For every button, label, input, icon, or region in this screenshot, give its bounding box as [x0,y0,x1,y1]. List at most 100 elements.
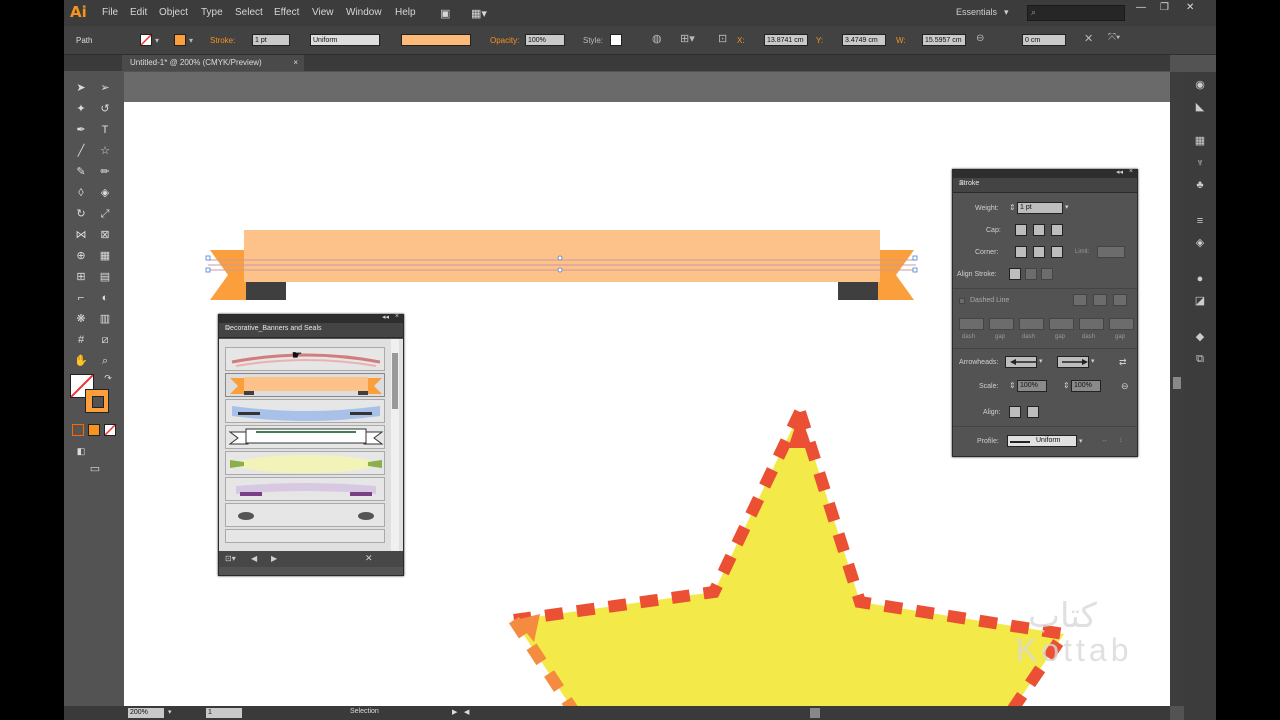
round-join-button[interactable] [1033,246,1045,258]
swap-fill-stroke-icon[interactable]: ↷ [100,370,116,386]
flip-across-icon[interactable]: ↕ [1119,437,1123,444]
stepper-icon[interactable]: ⇕ [1009,203,1016,212]
graphic-style-swatch[interactable] [610,34,622,46]
chevron-left-icon[interactable]: ◀ [464,708,469,716]
artboard-number-field[interactable]: 1 [206,708,242,718]
menu-view[interactable]: View [312,7,334,18]
pen-tool-icon[interactable]: ✒ [73,122,89,138]
chevron-down-icon[interactable]: ▾ [155,36,159,45]
start-scale-field[interactable]: 100% [1017,380,1047,392]
panel-menu-icon[interactable]: ≡ [959,179,1133,188]
list-item[interactable] [225,347,385,371]
symbol-sprayer-tool-icon[interactable]: ❋ [73,311,89,327]
x-position-field[interactable]: 13.8741 cm [764,34,808,46]
width-tool-icon[interactable]: ⋈ [73,227,89,243]
dash-field-1[interactable] [959,318,984,330]
list-item[interactable] [225,399,385,423]
column-graph-tool-icon[interactable]: ▥ [97,311,113,327]
chevron-down-icon[interactable]: ▾ [1091,357,1095,365]
shape-builder-tool-icon[interactable]: ⊕ [73,248,89,264]
opacity-label[interactable]: Opacity: [490,36,519,45]
dash-field-3[interactable] [1079,318,1104,330]
list-item[interactable] [225,477,385,501]
bevel-join-button[interactable] [1051,246,1063,258]
eraser-tool-icon[interactable]: ◈ [97,185,113,201]
constrain-proportions-icon[interactable]: ⊖ [976,33,984,44]
close-window-button[interactable]: ✕ [1186,2,1194,13]
menu-help[interactable]: Help [395,7,416,18]
play-icon[interactable]: ▶ [452,708,457,716]
close-icon[interactable]: × [293,55,298,71]
list-scrollbar[interactable] [391,339,399,551]
panel-menu-icon[interactable]: ≡ [225,324,399,333]
gap-field-1[interactable] [989,318,1014,330]
flip-along-icon[interactable]: ↔ [1101,437,1108,444]
fill-swatch[interactable] [140,34,152,46]
lasso-tool-icon[interactable]: ↺ [97,101,113,117]
type-tool-icon[interactable]: T [97,122,113,138]
weight-field[interactable]: 1 pt [1017,202,1063,214]
chevron-down-icon[interactable]: ▾ [1065,203,1069,211]
list-item[interactable] [225,373,385,397]
list-item[interactable] [225,425,385,449]
miter-join-button[interactable] [1015,246,1027,258]
stroke-color-box[interactable] [85,389,109,413]
chevron-down-icon[interactable]: ▾ [168,708,172,716]
dash-align-exact-button[interactable] [1073,294,1087,306]
color-mode-button[interactable] [72,424,84,436]
gap-field-3[interactable] [1109,318,1134,330]
list-scroll-thumb[interactable] [392,353,398,409]
rotate-tool-icon[interactable]: ↻ [73,206,89,222]
collapse-icon[interactable]: ◂◂ [1116,168,1123,176]
vertical-scrollbar[interactable] [1170,72,1184,706]
list-item[interactable] [225,451,385,475]
star-tool-icon[interactable]: ☆ [97,143,113,159]
stroke-panel-tab[interactable]: Stroke ≡ [953,178,1137,193]
screen-mode-icon[interactable]: ▭ [87,461,103,477]
hand-tool-icon[interactable]: ✋ [73,353,89,369]
stepper-icon[interactable]: ⇕ [1009,381,1016,390]
align-options-icon[interactable]: ⊞▾ [680,32,695,45]
blend-tool-icon[interactable]: ◐ [97,290,113,306]
minimize-button[interactable]: — [1136,2,1146,13]
eyedropper-tool-icon[interactable]: ⌐ [73,290,89,306]
stroke-weight-field[interactable]: 1 pt [252,34,290,46]
menu-effect[interactable]: Effect [274,7,299,18]
butt-cap-button[interactable] [1015,224,1027,236]
selection-tool-icon[interactable]: ➤ [73,80,89,96]
document-tab[interactable]: Untitled-1* @ 200% (CMYK/Preview) × [122,55,304,71]
pencil-tool-icon[interactable]: ✏ [97,164,113,180]
status-mode-label[interactable]: Selection [350,708,379,715]
line-tool-icon[interactable]: ╱ [73,143,89,159]
draw-normal-icon[interactable]: ◧ [73,443,89,459]
menu-file[interactable]: File [102,7,118,18]
artboard-tool-icon[interactable]: # [73,332,89,348]
graphic-styles-icon[interactable]: ◪ [1193,294,1207,308]
width-field[interactable]: 15.5957 cm [922,34,966,46]
close-icon[interactable]: × [395,313,399,320]
zoom-field[interactable]: 200% [128,708,164,718]
paintbrush-tool-icon[interactable]: ✎ [73,164,89,180]
menu-edit[interactable]: Edit [130,7,147,18]
start-arrowhead-select[interactable] [1005,356,1037,368]
chevron-down-icon[interactable]: ▾ [1079,437,1083,445]
color-panel-icon[interactable]: ◉ [1193,78,1207,92]
layers-panel-icon[interactable]: ◆ [1193,330,1207,344]
variable-width-profile[interactable]: Uniform [310,34,380,46]
restore-button[interactable]: ❐ [1160,2,1169,13]
mesh-tool-icon[interactable]: ⊞ [73,269,89,285]
swap-arrowheads-icon[interactable]: ⇄ [1119,357,1127,368]
reference-point-icon[interactable]: ⊡ [718,32,727,45]
menu-object[interactable]: Object [159,7,188,18]
artboards-panel-icon[interactable]: ⧉ [1193,352,1207,366]
chevron-down-icon[interactable]: ▾ [1004,7,1009,18]
slice-tool-icon[interactable]: ⧄ [97,332,113,348]
collapse-icon[interactable]: ◂◂ [382,313,389,321]
align-inside-button[interactable] [1025,268,1037,280]
arrow-tip-beyond-button[interactable] [1009,406,1021,418]
zoom-tool-icon[interactable]: ⌕ [97,353,113,369]
gap-field-2[interactable] [1049,318,1074,330]
chevron-down-icon[interactable]: ▾ [189,36,193,45]
close-icon[interactable]: ✕ [365,553,373,564]
menu-select[interactable]: Select [235,7,263,18]
